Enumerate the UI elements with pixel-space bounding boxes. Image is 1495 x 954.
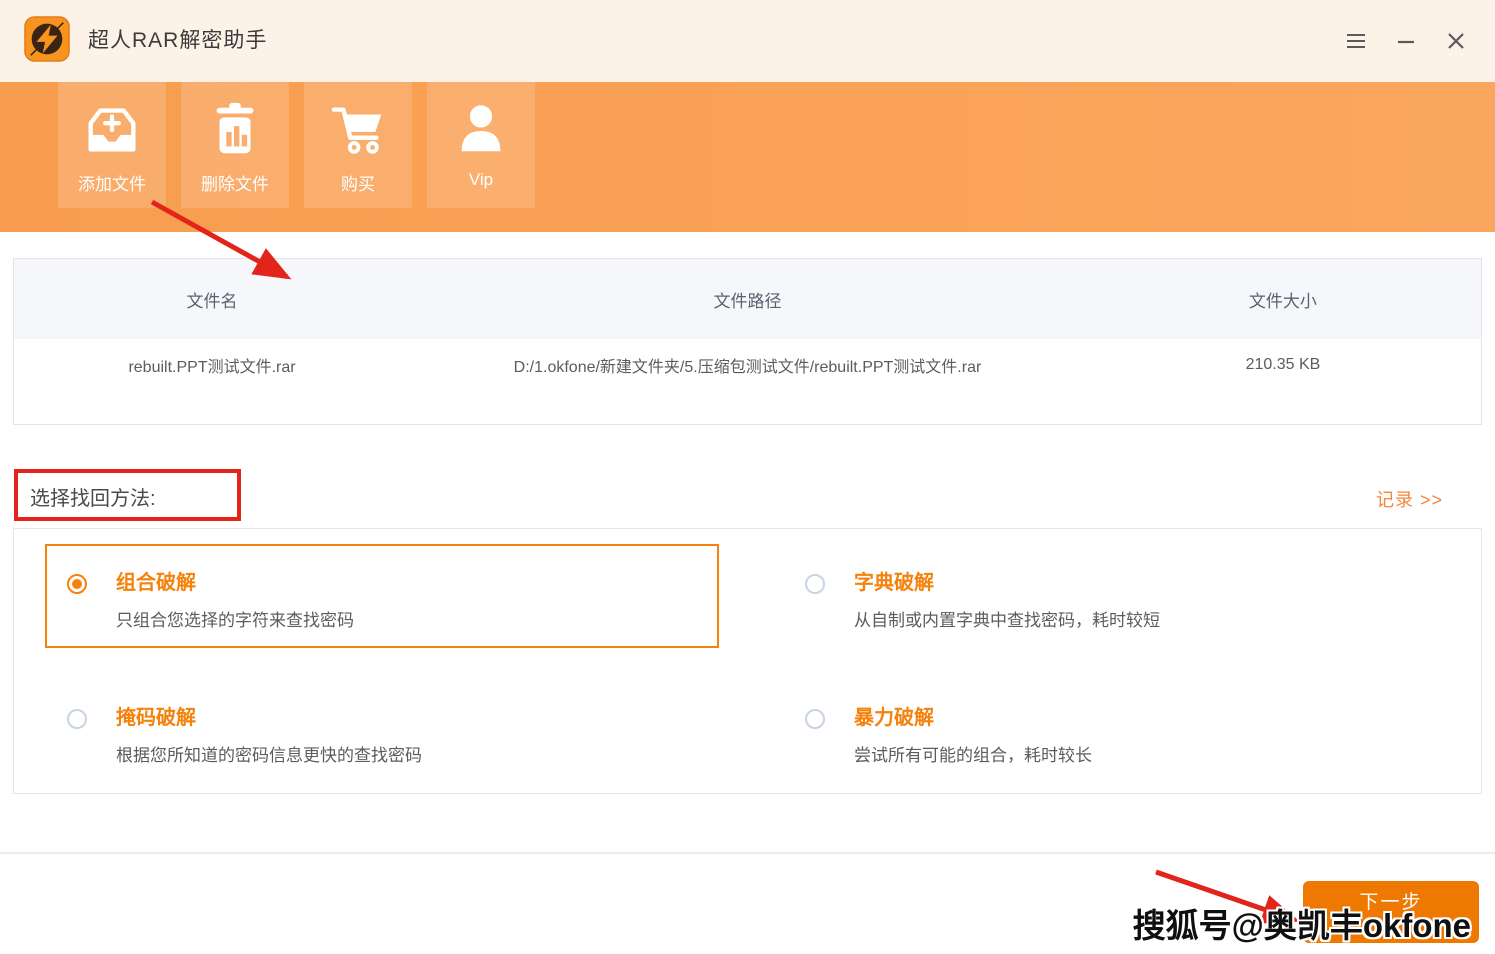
vip-label: Vip xyxy=(469,170,493,190)
buy-button[interactable]: 购买 xyxy=(304,82,412,208)
toolbar: 添加文件 删除文件 xyxy=(0,82,1495,232)
menu-icon[interactable] xyxy=(1343,28,1369,54)
titlebar: 超人RAR解密助手 xyxy=(0,0,1495,82)
header-file-path: 文件路径 xyxy=(410,287,1085,312)
option-title: 暴力破解 xyxy=(854,706,1092,730)
option-description: 尝试所有可能的组合，耗时较长 xyxy=(854,741,1092,766)
option-title: 组合破解 xyxy=(116,571,354,595)
app-window: 超人RAR解密助手 xyxy=(0,0,1495,954)
add-file-button[interactable]: 添加文件 xyxy=(58,82,166,208)
option-description: 从自制或内置字典中查找密码，耗时较短 xyxy=(854,606,1160,631)
option-mask-crack[interactable]: 掩码破解 根据您所知道的密码信息更快的查找密码 xyxy=(67,706,422,766)
footer-divider xyxy=(0,852,1495,854)
file-table-header: 文件名 文件路径 文件大小 xyxy=(14,259,1481,339)
method-options-panel: 组合破解 只组合您选择的字符来查找密码 字典破解 从自制或内置字典中查找密码，耗… xyxy=(13,528,1482,794)
arrow-to-next-button xyxy=(1156,872,1295,920)
add-file-label: 添加文件 xyxy=(78,170,146,195)
add-file-icon xyxy=(81,98,143,160)
cell-file-size: 210.35 KB xyxy=(1085,356,1481,374)
app-title: 超人RAR解密助手 xyxy=(88,0,267,82)
option-description: 根据您所知道的密码信息更快的查找密码 xyxy=(116,741,422,766)
next-step-button[interactable]: 下一步 xyxy=(1303,881,1479,943)
radio-unselected-icon[interactable] xyxy=(67,709,87,729)
delete-file-label: 删除文件 xyxy=(201,170,269,195)
radio-selected-icon[interactable] xyxy=(67,574,87,594)
app-logo-icon xyxy=(24,16,70,62)
option-title: 掩码破解 xyxy=(116,706,422,730)
window-controls xyxy=(1343,0,1469,82)
vip-button[interactable]: Vip xyxy=(427,82,535,208)
buy-label: 购买 xyxy=(341,170,375,195)
option-description: 只组合您选择的字符来查找密码 xyxy=(116,606,354,631)
cell-file-path: D:/1.okfone/新建文件夹/5.压缩包测试文件/rebuilt.PPT测… xyxy=(410,353,1085,377)
option-brute-force-crack[interactable]: 暴力破解 尝试所有可能的组合，耗时较长 xyxy=(805,706,1092,766)
option-title: 字典破解 xyxy=(854,571,1160,595)
option-combination-crack[interactable]: 组合破解 只组合您选择的字符来查找密码 xyxy=(67,571,354,631)
cart-icon xyxy=(327,98,389,160)
delete-file-icon xyxy=(204,98,266,160)
close-icon[interactable] xyxy=(1443,28,1469,54)
file-table: 文件名 文件路径 文件大小 rebuilt.PPT测试文件.rar D:/1.o… xyxy=(13,258,1482,425)
delete-file-button[interactable]: 删除文件 xyxy=(181,82,289,208)
method-section-label: 选择找回方法: xyxy=(30,482,156,511)
cell-file-name: rebuilt.PPT测试文件.rar xyxy=(14,353,410,377)
table-row[interactable]: rebuilt.PPT测试文件.rar D:/1.okfone/新建文件夹/5.… xyxy=(14,339,1481,391)
header-file-size: 文件大小 xyxy=(1085,287,1481,312)
minimize-icon[interactable] xyxy=(1393,28,1419,54)
records-link[interactable]: 记录 >> xyxy=(1376,486,1443,512)
user-icon xyxy=(450,98,512,160)
radio-unselected-icon[interactable] xyxy=(805,574,825,594)
option-dictionary-crack[interactable]: 字典破解 从自制或内置字典中查找密码，耗时较短 xyxy=(805,571,1160,631)
header-file-name: 文件名 xyxy=(14,287,410,312)
radio-unselected-icon[interactable] xyxy=(805,709,825,729)
